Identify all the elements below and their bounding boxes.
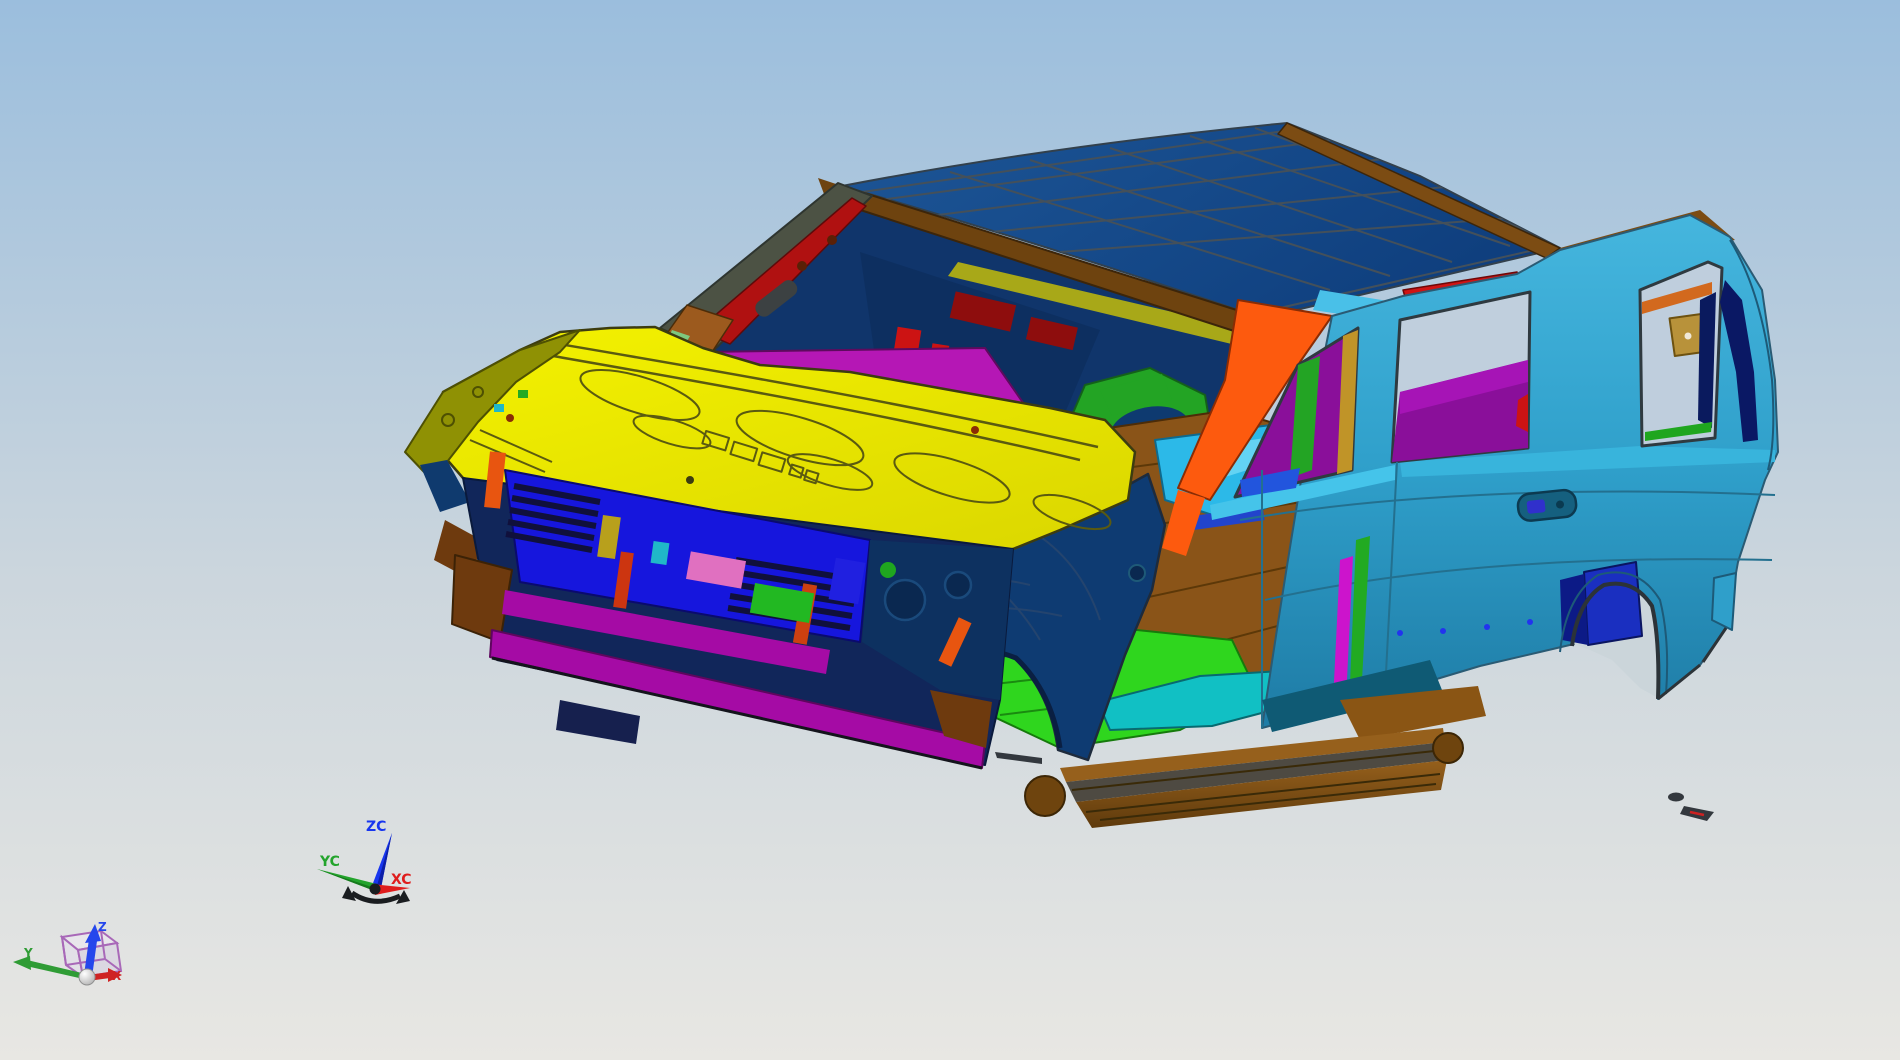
body-rivet	[1527, 619, 1533, 625]
wcs-origin[interactable]	[369, 883, 381, 895]
body-rivet	[1397, 630, 1403, 636]
hood-bolt	[686, 476, 694, 484]
apron-hole	[943, 570, 973, 600]
apron-green-dot	[880, 562, 896, 578]
debris-chip[interactable]	[1668, 792, 1684, 802]
pillar-bolt	[797, 261, 807, 271]
triad-z-label: Z	[98, 920, 107, 934]
quarter-cyan-tab[interactable]	[1711, 572, 1737, 631]
board-left-cap	[1024, 775, 1066, 817]
hood-bolt	[506, 414, 514, 422]
apron-hole	[883, 578, 927, 622]
body-rivet	[1440, 628, 1446, 634]
bracket-hole	[1684, 332, 1692, 340]
wcs-y-label: YC	[319, 854, 340, 870]
pillar-bolt	[827, 235, 837, 245]
body-rivet	[1484, 624, 1490, 630]
fender-hole	[1128, 564, 1146, 582]
cad-viewport[interactable]: ZC YC XC Z Y X	[0, 0, 1900, 1060]
triad-origin-sphere[interactable]	[78, 968, 96, 986]
board-right-cap	[1432, 732, 1464, 764]
wcs-z-label: ZC	[366, 819, 386, 835]
wcs-x-label: XC	[391, 872, 412, 888]
hood-bolt	[971, 426, 979, 434]
flange-green-bit	[518, 390, 528, 398]
door-handle-recess[interactable]	[1516, 488, 1578, 522]
clip-teal-part	[650, 540, 670, 566]
triad-y-label: Y	[23, 946, 33, 960]
rear-wheelwell-box-blue[interactable]	[1583, 561, 1643, 646]
triad-x-label: X	[112, 969, 122, 983]
flange-teal-bit	[494, 404, 504, 412]
